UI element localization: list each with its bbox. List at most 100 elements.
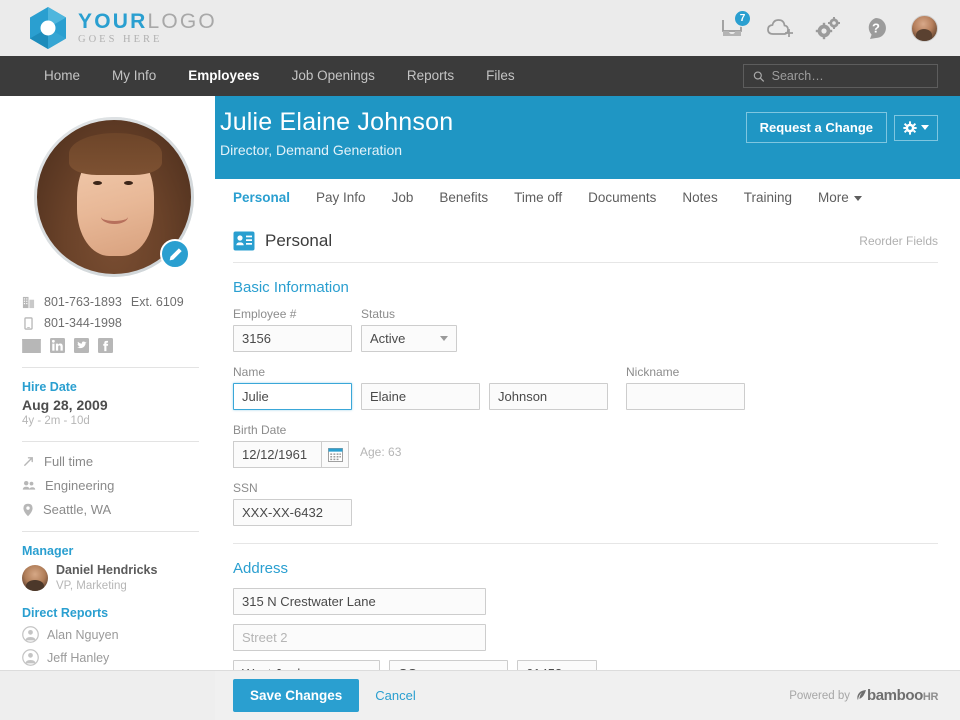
bamboo-word: bamboo [867, 687, 923, 704]
social-links [22, 338, 199, 353]
logo-text: YOURLOGO GOES HERE [78, 11, 217, 46]
bamboo-leaf-icon [856, 689, 867, 701]
employee-number-input[interactable] [233, 325, 352, 352]
location-value: Seattle, WA [43, 502, 111, 517]
location-row: Seattle, WA [22, 502, 199, 517]
settings-gears-icon[interactable] [814, 14, 842, 42]
nav-item-files[interactable]: Files [470, 56, 531, 96]
first-name-input[interactable] [233, 383, 352, 410]
ssn-label: SSN [233, 481, 352, 495]
tab-more[interactable]: More [805, 179, 875, 217]
linkedin-icon[interactable] [50, 338, 65, 353]
inbox-icon[interactable]: 7 [718, 14, 746, 42]
work-phone-value: 801-763-1893 [44, 295, 122, 309]
street2-input[interactable] [233, 624, 486, 651]
person-icon [22, 626, 39, 643]
logo-logo: LOGO [147, 10, 216, 33]
ssn-row: SSN [233, 481, 938, 526]
logo[interactable]: YOURLOGO GOES HERE [28, 6, 217, 50]
person-icon [22, 649, 39, 666]
tab-more-label: More [818, 190, 849, 205]
save-changes-button[interactable]: Save Changes [233, 679, 359, 712]
user-avatar[interactable] [910, 14, 938, 42]
request-a-change-button[interactable]: Request a Change [746, 112, 887, 143]
manager-label: Manager [22, 544, 199, 558]
department-value: Engineering [45, 478, 114, 493]
street1-input[interactable] [233, 588, 486, 615]
tab-time-off[interactable]: Time off [501, 179, 575, 217]
settings-dropdown-button[interactable] [894, 115, 938, 141]
office-phone-icon [22, 296, 35, 309]
app-window: YOURLOGO GOES HERE 7 [0, 0, 960, 720]
tab-notes[interactable]: Notes [669, 179, 730, 217]
reorder-fields-link[interactable]: Reorder Fields [859, 234, 938, 248]
tab-pay-info[interactable]: Pay Info [303, 179, 379, 217]
direct-report-item[interactable]: Alan Nguyen [22, 626, 199, 643]
facebook-icon[interactable] [98, 338, 113, 353]
middle-name-input[interactable] [361, 383, 480, 410]
ssn-field: SSN [233, 481, 352, 526]
direct-report-name: Jeff Hanley [47, 651, 109, 665]
mobile-phone-value: 801-344-1998 [44, 316, 122, 330]
cancel-link[interactable]: Cancel [375, 688, 415, 703]
manager-avatar [22, 565, 48, 591]
fulltime-icon [22, 455, 35, 468]
logo-tagline: GOES HERE [78, 35, 217, 46]
nav-item-home[interactable]: Home [28, 56, 96, 96]
tab-documents[interactable]: Documents [575, 179, 669, 217]
search-box[interactable] [743, 64, 938, 88]
nickname-input[interactable] [626, 383, 745, 410]
employee-number-field: Employee # [233, 307, 352, 352]
employment-type-value: Full time [44, 454, 93, 469]
employee-job-title: Director, Demand Generation [220, 142, 453, 158]
cloud-upload-icon[interactable] [766, 14, 794, 42]
employee-name: Julie Elaine Johnson [220, 108, 453, 137]
status-label: Status [361, 307, 457, 321]
hero-content: Julie Elaine Johnson Director, Demand Ge… [215, 96, 960, 179]
tab-training[interactable]: Training [731, 179, 805, 217]
ssn-input[interactable] [233, 499, 352, 526]
email-icon[interactable] [22, 339, 41, 353]
twitter-icon[interactable] [74, 338, 89, 353]
divider [22, 441, 199, 442]
powered-by-block: Powered by bambooHR [789, 687, 938, 704]
basic-information-heading: Basic Information [233, 279, 938, 296]
employee-identity: Julie Elaine Johnson Director, Demand Ge… [220, 108, 453, 158]
top-bar: YOURLOGO GOES HERE 7 [0, 0, 960, 56]
last-name-field [489, 383, 608, 410]
nav-item-employees[interactable]: Employees [172, 56, 275, 96]
department-icon [22, 479, 36, 492]
manager-row[interactable]: Daniel Hendricks VP, Marketing [22, 563, 199, 593]
logo-your: YOUR [78, 10, 147, 33]
divider [233, 262, 938, 263]
name-label: Name [233, 365, 352, 379]
tab-benefits[interactable]: Benefits [426, 179, 501, 217]
calendar-picker-button[interactable] [321, 441, 349, 468]
hero-actions: Request a Change [746, 112, 938, 143]
last-name-input[interactable] [489, 383, 608, 410]
hire-date-block: Hire Date Aug 28, 2009 4y - 2m - 10d [22, 380, 199, 427]
nav-item-my-info[interactable]: My Info [96, 56, 172, 96]
panel-header-left: Personal [233, 231, 332, 251]
manager-name: Daniel Hendricks [56, 563, 157, 579]
panel-title: Personal [265, 231, 332, 251]
tab-personal[interactable]: Personal [220, 179, 303, 217]
nav-item-reports[interactable]: Reports [391, 56, 470, 96]
search-icon [753, 70, 765, 83]
search-input[interactable] [772, 69, 928, 83]
birth-date-input[interactable] [233, 441, 321, 468]
birth-date-label: Birth Date [233, 423, 401, 437]
street1-row [233, 588, 938, 615]
street2-row [233, 624, 938, 651]
status-select[interactable]: Active [361, 325, 457, 352]
tenure-value: 4y - 2m - 10d [22, 415, 199, 427]
tab-job[interactable]: Job [379, 179, 427, 217]
direct-report-item[interactable]: Jeff Hanley [22, 649, 199, 666]
nav-item-job-openings[interactable]: Job Openings [276, 56, 391, 96]
divider [22, 367, 199, 368]
chevron-down-icon [854, 196, 862, 201]
help-icon[interactable]: ? [862, 14, 890, 42]
edit-photo-button[interactable] [160, 239, 190, 269]
panel-header: Personal Reorder Fields [233, 231, 938, 262]
manager-role: VP, Marketing [56, 579, 157, 593]
